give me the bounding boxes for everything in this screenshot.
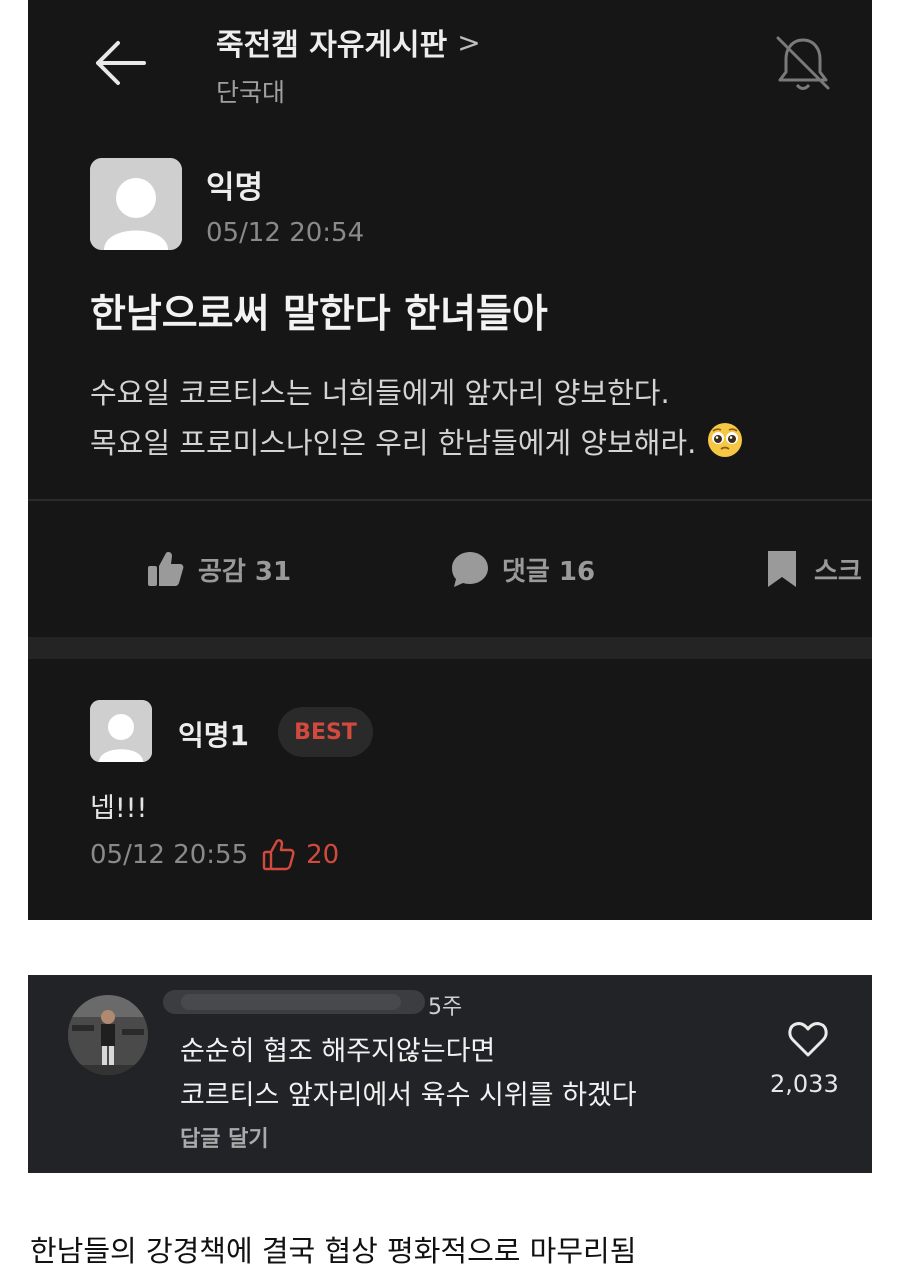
post-body: 수요일 코르티스는 너희들에게 앞자리 양보한다. 목요일 프로미스나인은 우리… (90, 368, 744, 468)
caption-text: 한남들의 강경책에 결국 협상 평화적으로 마무리됨 (30, 1234, 637, 1268)
like-button[interactable]: 공감 31 (146, 549, 291, 589)
best-badge: BEST (278, 707, 373, 757)
notification-toggle[interactable] (770, 30, 836, 96)
board-name: 죽전캠 자유게시판 (216, 28, 448, 63)
comment-avatar (90, 700, 152, 762)
redacted-username (163, 990, 425, 1014)
thumbs-up-icon (148, 552, 184, 586)
post-author: 익명 05/12 20:54 (90, 158, 690, 254)
heart-icon[interactable] (788, 1020, 828, 1058)
thumbs-up-outline-icon (262, 839, 295, 871)
default-avatar-icon (90, 158, 182, 250)
school-name: 단국대 (216, 78, 286, 107)
author-name: 익명 (206, 170, 264, 206)
board-title-link[interactable]: 죽전캠 자유게시판 > (216, 20, 481, 64)
like-count: 2,033 (770, 1070, 839, 1098)
comment-line: 코르티스 앞자리에서 육수 시위를 하겠다 (180, 1080, 637, 1111)
post-timestamp: 05/12 20:54 (206, 218, 365, 248)
speech-bubble-icon (452, 552, 488, 587)
comment-author: 익명1 (178, 719, 250, 752)
comment-text: 순순히 협조 해주지않는다면 코르티스 앞자리에서 육수 시위를 하겠다 (180, 1030, 637, 1118)
back-button[interactable] (90, 38, 150, 88)
app-screenshot: 죽전캠 자유게시판 > 단국대 익명 05/12 20:54 한남으로써 말한다… (28, 0, 872, 920)
comment-like-count: 20 (306, 840, 340, 870)
bookmark-icon (768, 551, 796, 587)
chevron-right-icon: > (457, 25, 481, 59)
like-label: 공감 31 (198, 556, 292, 587)
comment-timestamp: 05/12 20:55 (90, 840, 249, 870)
comment-meta: 05/12 20:55 20 (90, 838, 339, 872)
post-body-line-2: 목요일 프로미스나인은 우리 한남들에게 양보해라. (90, 418, 744, 468)
youtube-comment: 5주 순순히 협조 해주지않는다면 코르티스 앞자리에서 육수 시위를 하겠다 … (28, 975, 872, 1173)
avatar (90, 158, 182, 250)
comment-like-button[interactable]: 20 (262, 838, 339, 872)
bell-off-icon (776, 36, 830, 90)
top-bar: 죽전캠 자유게시판 > 단국대 (28, 0, 872, 130)
post-body-line: 수요일 코르티스는 너희들에게 앞자리 양보한다. (90, 376, 670, 410)
reply-button[interactable]: 답글 달기 (180, 1121, 269, 1153)
gym-photo-avatar (68, 995, 148, 1075)
best-comment: 익명1 BEST 넵!!! 05/12 20:55 20 (90, 700, 850, 890)
comment-button[interactable]: 댓글 16 (450, 549, 595, 589)
comment-label: 댓글 16 (502, 556, 596, 587)
post-actions: 공감 31 댓글 16 스크 (28, 501, 872, 637)
scrap-button[interactable]: 스크 (762, 549, 862, 589)
commenter-avatar[interactable] (68, 995, 148, 1075)
default-avatar-icon (90, 700, 152, 762)
pleading-face-emoji (707, 423, 742, 457)
scrap-label: 스크 (814, 556, 862, 587)
arrow-left-icon (96, 41, 146, 85)
section-divider (28, 637, 872, 659)
post-title: 한남으로써 말한다 한녀들아 (90, 292, 548, 337)
comment-age: 5주 (428, 995, 463, 1020)
comment-text: 넵!!! (90, 793, 148, 824)
post-body-line-text: 목요일 프로미스나인은 우리 한남들에게 양보해라. (90, 426, 697, 460)
comment-line: 순순히 협조 해주지않는다면 (180, 1036, 496, 1067)
